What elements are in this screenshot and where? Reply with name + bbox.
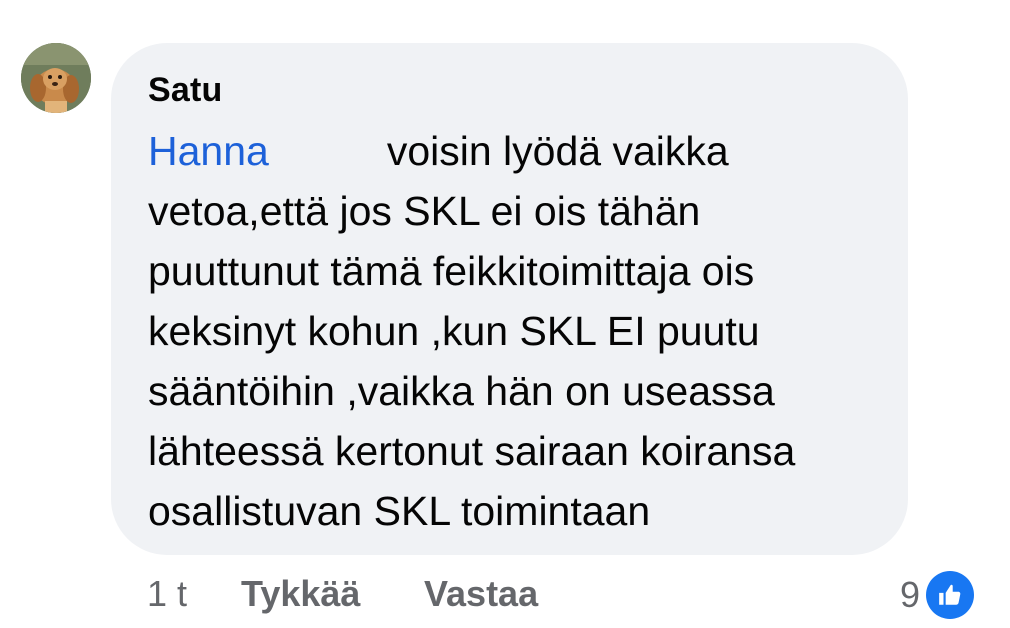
reply-button[interactable]: Vastaa	[424, 573, 538, 615]
comment-actions: 1 t Tykkää Vastaa 9	[0, 570, 1010, 620]
like-button[interactable]: Tykkää	[241, 573, 360, 615]
avatar[interactable]	[21, 43, 91, 113]
timestamp[interactable]: 1 t	[147, 573, 187, 615]
comment-bubble: Satu Hanna voisin lyödä vaikka vetoa,että…	[111, 43, 908, 555]
comment-line: Hanna voisin lyödä vaikka	[148, 121, 888, 181]
comment-line: puuttunut tämä feikkitoimittaja ois	[148, 248, 755, 294]
comment-line: vetoa,että jos SKL ei ois tähän	[148, 188, 701, 234]
comment-body: Hanna voisin lyödä vaikka vetoa,että jos …	[148, 121, 888, 541]
reaction-count: 9	[899, 574, 920, 615]
reaction-summary[interactable]: 9	[900, 570, 974, 620]
mention-link[interactable]: Hanna	[148, 128, 269, 174]
comment-line: keksinyt kohun ,kun SKL EI puutu	[148, 308, 760, 354]
comment: Satu Hanna voisin lyödä vaikka vetoa,että…	[0, 0, 1010, 628]
comment-line: lähteessä kertonut sairaan koiransa	[148, 428, 796, 474]
comment-line: osallistuvan SKL toimintaan	[148, 488, 651, 534]
author-name[interactable]: Satu	[148, 71, 222, 110]
comment-line: sääntöihin ,vaikka hän on useassa	[148, 368, 775, 414]
dog-photo-icon	[21, 43, 91, 113]
comment-line-text: voisin lyödä vaikka	[386, 128, 729, 174]
thumbs-up-icon	[926, 571, 974, 619]
